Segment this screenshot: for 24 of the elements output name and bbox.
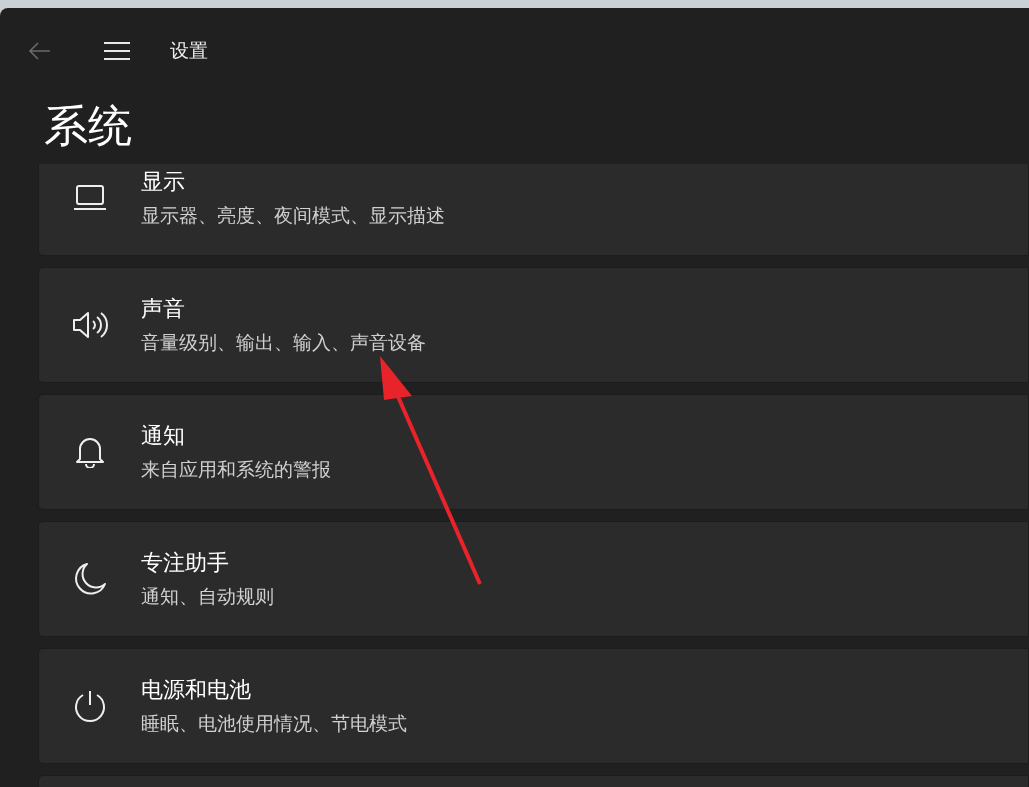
item-title: 通知 [141, 422, 186, 450]
speaker-icon [72, 310, 108, 340]
item-description: 通知、自动规则 [141, 584, 274, 609]
item-title: 显示 [141, 168, 186, 196]
moon-icon [73, 562, 107, 596]
item-title: 声音 [141, 295, 186, 323]
window-title: 设置 [170, 38, 208, 63]
item-description: 来自应用和系统的警报 [141, 457, 331, 482]
settings-item[interactable]: 电源和电池 睡眠、电池使用情况、节电模式 [38, 648, 1029, 764]
settings-item[interactable]: 专注助手 通知、自动规则 [38, 521, 1029, 637]
laptop-icon [73, 185, 107, 211]
item-description: 睡眠、电池使用情况、节电模式 [141, 711, 407, 736]
back-arrow-icon [28, 42, 52, 60]
item-description: 显示器、亮度、夜间模式、显示描述 [141, 203, 445, 228]
power-icon [73, 689, 107, 723]
settings-item[interactable]: 声音 音量级别、输出、输入、声音设备 [38, 267, 1029, 383]
menu-icon [104, 42, 130, 60]
item-title: 电源和电池 [141, 676, 252, 704]
settings-item[interactable]: 通知 来自应用和系统的警报 [38, 394, 1029, 510]
bell-icon [75, 436, 105, 468]
settings-item[interactable]: 显示 显示器、亮度、夜间模式、显示描述 [38, 164, 1029, 256]
page-title: 系统 [43, 104, 133, 148]
item-description: 音量级别、输出、输入、声音设备 [141, 330, 426, 355]
item-title: 专注助手 [141, 549, 230, 577]
